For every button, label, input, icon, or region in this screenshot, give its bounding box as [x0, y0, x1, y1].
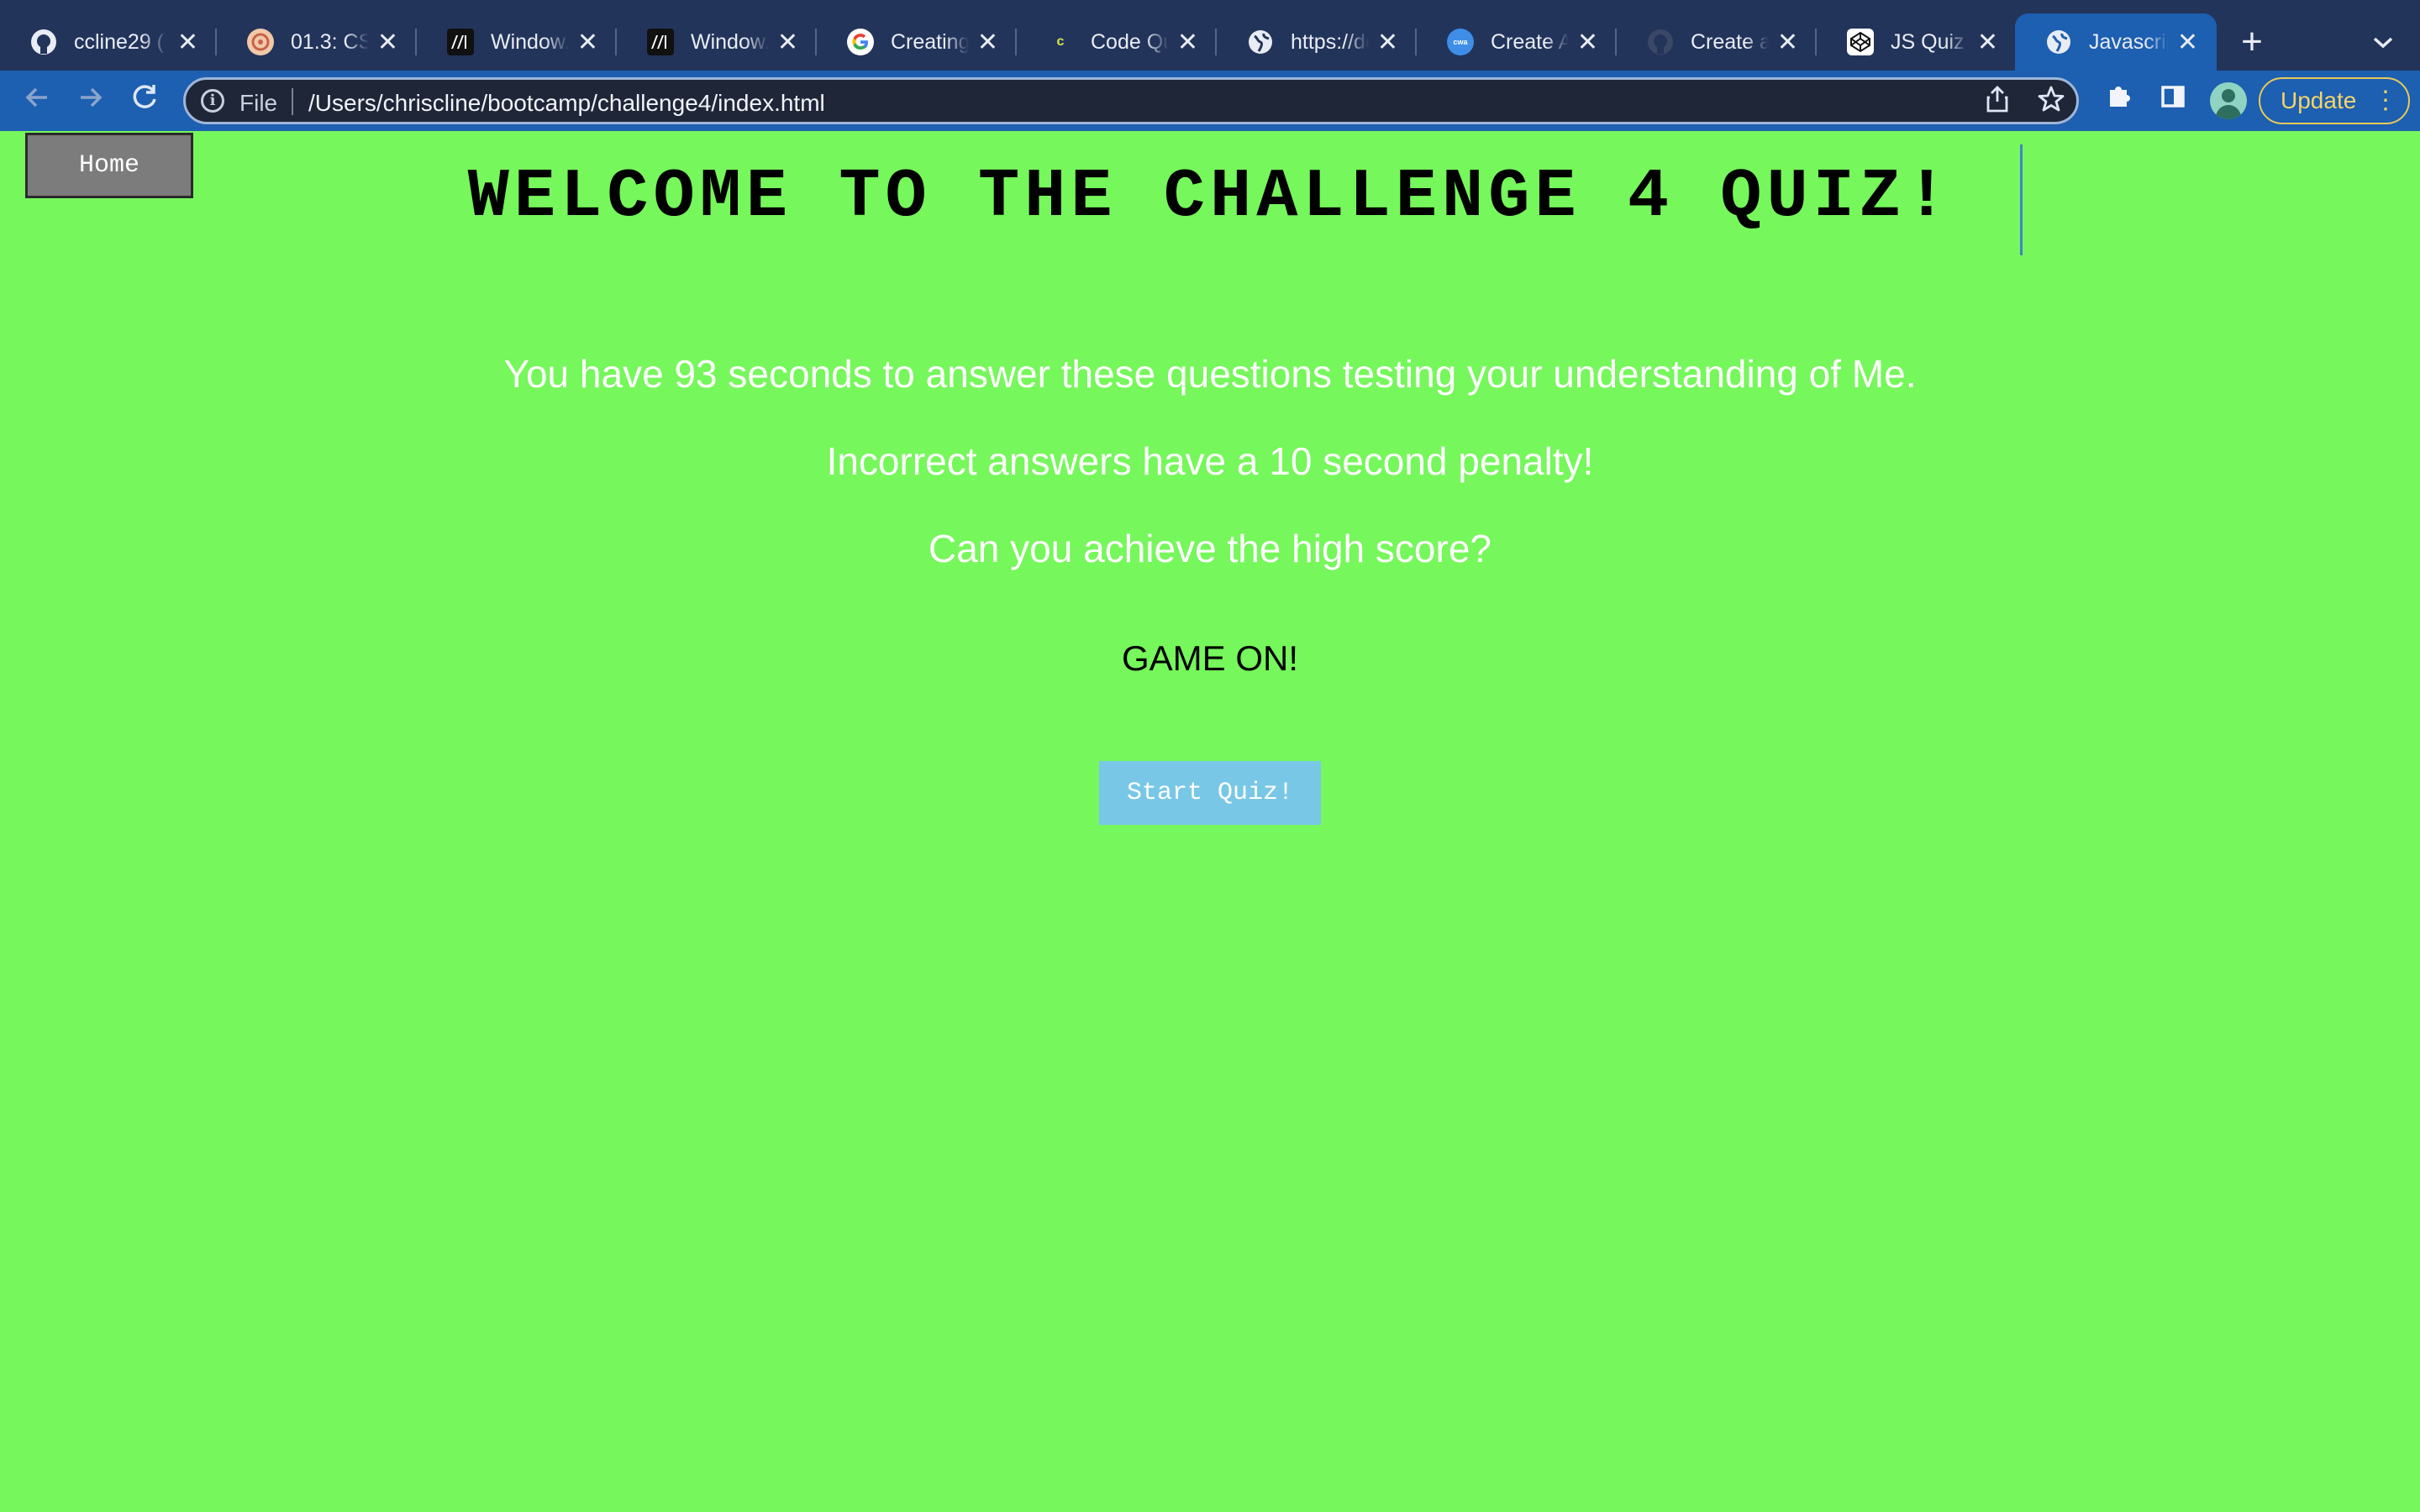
tab-title: Window.lo [691, 29, 769, 54]
tab-create-a-2[interactable]: Create a ( ✕ [1617, 13, 1817, 71]
share-icon[interactable] [1981, 85, 2014, 118]
tab-title: Creating a [891, 29, 969, 54]
tab-title: Create a ( [1691, 29, 1769, 54]
update-button[interactable]: Update ⋮ [2259, 77, 2410, 124]
tab-javascript-active[interactable]: Javascrip ✕ [2015, 13, 2217, 71]
back-arrow-icon[interactable] [17, 81, 57, 121]
tab-creating[interactable]: Creating a ✕ [817, 13, 1017, 71]
google-icon [847, 29, 874, 55]
forward-arrow-icon[interactable] [71, 81, 111, 121]
close-tab-icon[interactable]: ✕ [977, 28, 998, 57]
close-tab-icon[interactable]: ✕ [2177, 28, 2198, 57]
close-tab-icon[interactable]: ✕ [777, 28, 798, 57]
tab-title: Create A ( [1491, 29, 1569, 54]
game-on-heading: GAME ON! [1121, 638, 1299, 678]
globe-icon [2045, 29, 2072, 55]
address-bar[interactable]: i File /Users/chriscline/bootcamp/challe… [183, 77, 2079, 124]
code-icon: c [1056, 34, 1065, 49]
tab-title: 01.3: CSS [291, 29, 369, 54]
tab-strip: ccline29 ( ✕ 01.3: CSS ✕ Window.lo ✕ Win… [0, 0, 2420, 71]
intro-highscore-line: Can you achieve the high score? [929, 527, 1491, 570]
tab-title: ccline29 ( [74, 29, 164, 54]
cwa-icon: cwa [1447, 29, 1474, 55]
site-info-icon[interactable]: i [201, 89, 224, 113]
text-cursor [2020, 144, 2023, 255]
mdn-icon [447, 29, 474, 55]
address-scheme-label: File [239, 90, 278, 116]
close-tab-icon[interactable]: ✕ [1777, 28, 1798, 57]
tab-window-location-1[interactable]: Window.lo ✕ [417, 13, 617, 71]
github-icon [1647, 29, 1674, 55]
tab-title: https://do [1291, 29, 1369, 54]
browser-toolbar: i File /Users/chriscline/bootcamp/challe… [0, 71, 2420, 131]
avatar-head [2222, 89, 2235, 102]
more-menu-icon[interactable]: ⋮ [2373, 84, 2398, 118]
side-panel-icon[interactable] [2153, 81, 2193, 121]
close-tab-icon[interactable]: ✕ [1177, 28, 1198, 57]
extensions-puzzle-icon[interactable] [2099, 81, 2139, 121]
profile-avatar[interactable] [2210, 82, 2247, 119]
close-tab-icon[interactable]: ✕ [1377, 28, 1398, 57]
close-tab-icon[interactable]: ✕ [377, 28, 398, 57]
close-tab-icon[interactable]: ✕ [1577, 28, 1598, 57]
globe-icon [1247, 29, 1274, 55]
avatar-body [2216, 105, 2241, 119]
github-icon [30, 29, 57, 55]
tab-code-quiz[interactable]: c Code Quiz ✕ [1017, 13, 1217, 71]
address-divider [292, 88, 293, 115]
update-label: Update [2281, 87, 2357, 113]
close-tab-icon[interactable]: ✕ [1977, 28, 1998, 57]
intro-penalty-line: Incorrect answers have a 10 second penal… [826, 439, 1594, 483]
tab-title: JS Quiz w [1891, 29, 1969, 54]
tab-title: Code Quiz [1091, 29, 1169, 54]
tab-title: Window.lo [491, 29, 569, 54]
tab-window-location-2[interactable]: Window.lo ✕ [617, 13, 817, 71]
close-tab-icon[interactable]: ✕ [177, 28, 198, 57]
codepen-icon [1847, 29, 1874, 55]
page-title: WELCOME TO THE CHALLENGE 4 QUIZ! [467, 158, 1953, 236]
intro-time-line: You have 93 seconds to answer these ques… [503, 352, 1917, 396]
mdn-icon [647, 29, 674, 55]
tab-css[interactable]: 01.3: CSS ✕ [217, 13, 417, 71]
course-icon [247, 29, 274, 55]
tab-title: Javascrip [2089, 29, 2169, 54]
reload-icon[interactable] [124, 81, 165, 121]
tab-js-quiz[interactable]: JS Quiz w ✕ [1817, 13, 2017, 71]
close-tab-icon[interactable]: ✕ [577, 28, 598, 57]
tab-create-a-1[interactable]: cwa Create A ( ✕ [1417, 13, 1617, 71]
tab-ccline29[interactable]: ccline29 ( ✕ [0, 13, 217, 71]
address-url[interactable]: /Users/chriscline/bootcamp/challenge4/in… [308, 90, 825, 117]
tab-search-chevron-icon[interactable] [2366, 18, 2400, 66]
new-tab-icon[interactable]: + [2235, 18, 2269, 66]
bookmark-star-icon[interactable] [2034, 85, 2068, 118]
start-quiz-button[interactable]: Start Quiz! [1099, 761, 1321, 825]
tab-https-docs[interactable]: https://do ✕ [1217, 13, 1417, 71]
